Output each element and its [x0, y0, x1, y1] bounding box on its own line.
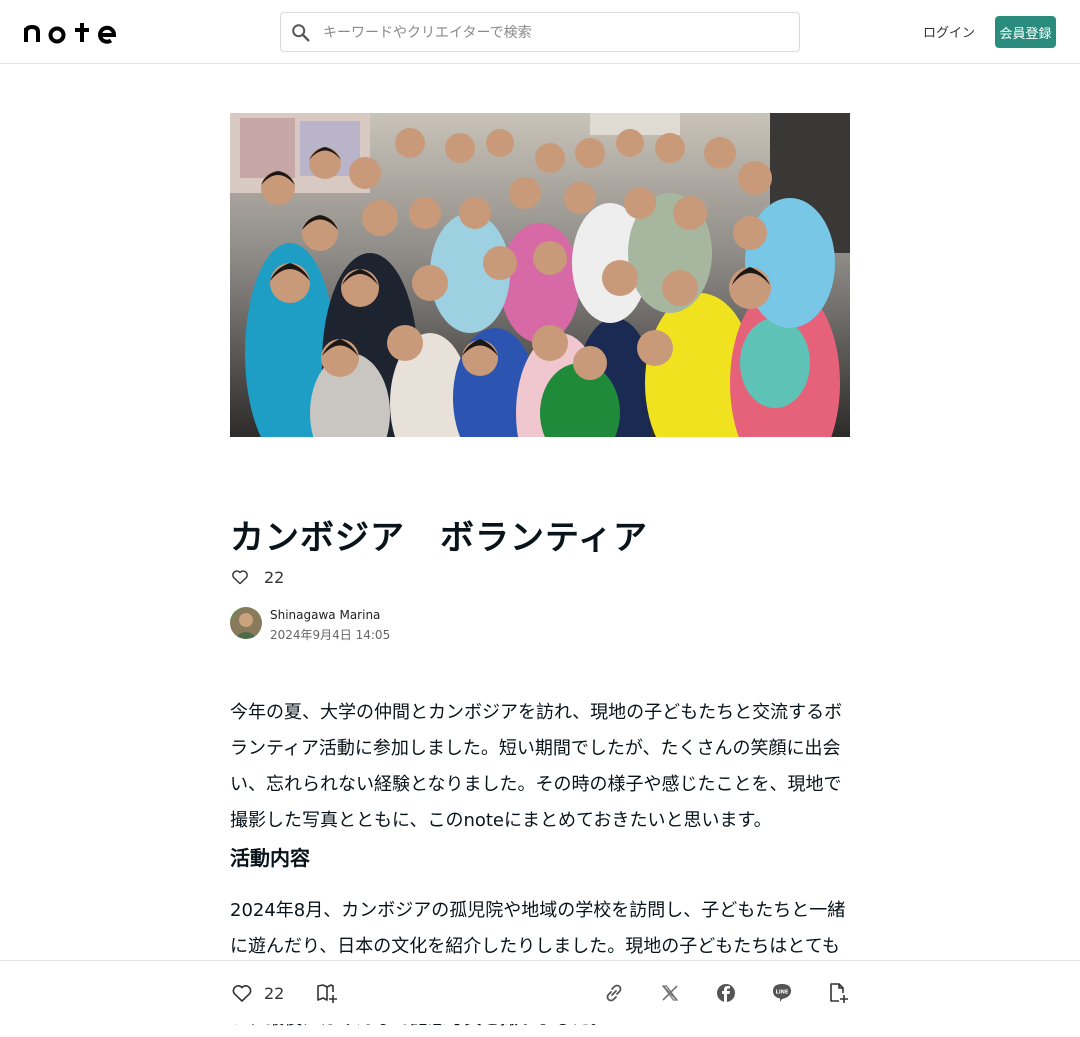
embed-button[interactable] — [826, 980, 850, 1006]
article-header-image — [230, 113, 850, 437]
article-title: カンボジア ボランティア — [230, 518, 648, 558]
x-icon — [661, 985, 679, 1001]
search-box[interactable] — [280, 12, 800, 53]
embed-icon — [830, 983, 848, 1003]
author-name[interactable]: Shinagawa Marina — [270, 608, 380, 622]
magazine-add-icon — [317, 984, 337, 1003]
site-header: ログイン 会員登録 — [0, 0, 1080, 64]
like-area[interactable]: 22 — [230, 565, 284, 589]
action-bar: 22 LINE — [0, 960, 1080, 1024]
footer-like-count: 22 — [264, 983, 285, 1003]
line-icon: LINE — [773, 984, 791, 1002]
like-count: 22 — [264, 567, 285, 587]
author-avatar[interactable] — [230, 607, 262, 639]
heart-icon[interactable] — [230, 981, 254, 1005]
search-input[interactable] — [321, 13, 795, 53]
search-icon — [292, 24, 310, 42]
copy-link-button[interactable] — [602, 980, 626, 1006]
footer-like-button[interactable]: 22 — [230, 980, 284, 1006]
svg-text:LINE: LINE — [776, 990, 789, 996]
share-line-button[interactable]: LINE — [770, 980, 794, 1006]
facebook-icon — [717, 984, 735, 1002]
post-date: 2024年9月4日 14:05 — [270, 628, 391, 642]
share-x-button[interactable] — [658, 980, 682, 1006]
magazine-add-button[interactable] — [315, 980, 339, 1006]
note-logo[interactable] — [24, 20, 124, 44]
section-heading: 活動内容 — [230, 846, 310, 870]
signup-button[interactable]: 会員登録 — [995, 16, 1056, 48]
link-icon — [606, 984, 622, 1002]
share-facebook-button[interactable] — [714, 980, 738, 1006]
heart-icon[interactable] — [230, 567, 250, 587]
login-link[interactable]: ログイン — [920, 22, 978, 41]
article-intro: 今年の夏、大学の仲間とカンボジアを訪れ、現地の子どもたちと交流するボランティア活… — [230, 702, 843, 831]
